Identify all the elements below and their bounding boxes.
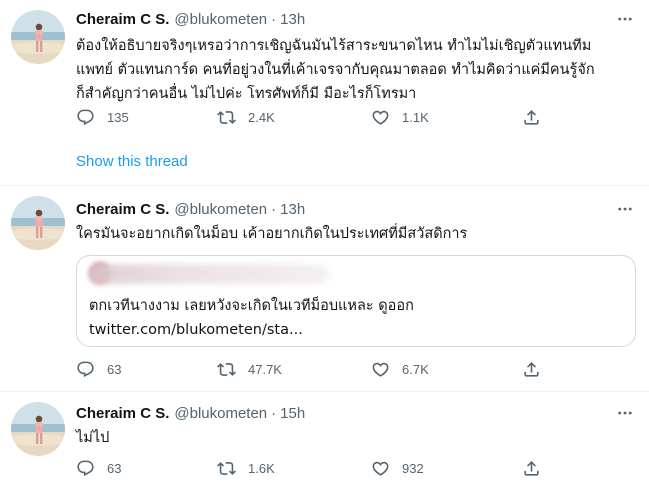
timestamp[interactable]: 13h <box>280 11 305 28</box>
tweet-3[interactable]: Cheraim C S. @blukometen · 15h ไม่ไป 63 … <box>0 391 649 491</box>
more-icon <box>616 10 634 28</box>
tweet-header: Cheraim C S. @blukometen · 13h <box>76 8 305 30</box>
retweet-icon <box>217 360 236 379</box>
user-handle[interactable]: @blukometen <box>174 201 267 218</box>
share-button[interactable] <box>522 106 541 128</box>
show-thread-link[interactable]: Show this thread <box>76 153 188 170</box>
like-count: 6.7K <box>402 361 429 377</box>
avatar-image <box>11 196 65 250</box>
reply-icon <box>76 108 95 127</box>
more-options-button[interactable] <box>615 9 635 29</box>
tweet-text: ต้องให้อธิบายจริงๆเหรอว่าการเชิญฉันมันไร… <box>76 34 636 106</box>
tweet-text: ใครมันจะอยากเกิดในม็อบ เค้าอยากเกิดในประ… <box>76 222 636 246</box>
tweet-text-line: ไม่ไป <box>76 430 110 446</box>
like-button[interactable]: 932 <box>371 457 424 479</box>
quoted-header-blurred <box>89 264 329 284</box>
tweet-header: Cheraim C S. @blukometen · 13h <box>76 198 305 220</box>
retweet-count: 47.7K <box>248 361 282 377</box>
quoted-text-line: ตกเวทีนางงาม เลยหวังจะเกิดในเวทีม็อบแหละ… <box>89 298 414 314</box>
avatar[interactable] <box>11 196 65 250</box>
tweet-text-line: ต้องให้อธิบายจริงๆเหรอว่าการเชิญฉันมันไร… <box>76 38 592 54</box>
user-handle[interactable]: @blukometen <box>174 405 267 422</box>
tweet-actions: 63 47.7K 6.7K <box>76 358 556 380</box>
tweet-text-line: ใครมันจะอยากเกิดในม็อบ เค้าอยากเกิดในประ… <box>76 226 468 242</box>
reply-button[interactable]: 135 <box>76 106 129 128</box>
reply-icon <box>76 459 95 478</box>
display-name[interactable]: Cheraim C S. <box>76 405 169 422</box>
like-count: 932 <box>402 460 424 476</box>
separator-dot: · <box>271 404 277 422</box>
tweet-text-line: แพทย์ ตัวแทนการ์ด คนที่อยู่วงในที่เค้าเจ… <box>76 62 595 78</box>
heart-icon <box>371 108 390 127</box>
reply-button[interactable]: 63 <box>76 457 121 479</box>
avatar-image <box>11 402 65 456</box>
heart-icon <box>371 360 390 379</box>
tweet-header: Cheraim C S. @blukometen · 15h <box>76 402 305 424</box>
reply-count: 135 <box>107 109 129 125</box>
heart-icon <box>371 459 390 478</box>
tweet-actions: 135 2.4K 1.1K <box>76 106 556 128</box>
quoted-tweet-text: ตกเวทีนางงาม เลยหวังจะเกิดในเวทีม็อบแหละ… <box>89 294 619 342</box>
avatar[interactable] <box>11 10 65 64</box>
reply-count: 63 <box>107 460 122 476</box>
retweet-button[interactable]: 1.6K <box>217 457 275 479</box>
like-count: 1.1K <box>402 109 429 125</box>
retweet-icon <box>217 108 236 127</box>
reply-count: 63 <box>107 361 122 377</box>
tweet-text: ไม่ไป <box>76 426 636 450</box>
avatar[interactable] <box>11 402 65 456</box>
tweet-text-line: ก็สำคัญกว่าคนอื่น ไม่ไปค่ะ โทรศัพท์ก็มี … <box>76 86 417 102</box>
more-icon <box>616 404 634 422</box>
share-icon <box>522 108 541 127</box>
more-options-button[interactable] <box>615 403 635 423</box>
quoted-tweet-card[interactable]: ตกเวทีนางงาม เลยหวังจะเกิดในเวทีม็อบแหละ… <box>76 255 636 347</box>
more-icon <box>616 200 634 218</box>
retweet-button[interactable]: 2.4K <box>217 106 275 128</box>
share-button[interactable] <box>522 358 541 380</box>
reply-button[interactable]: 63 <box>76 358 121 380</box>
separator-dot: · <box>271 10 277 28</box>
like-button[interactable]: 1.1K <box>371 106 429 128</box>
share-icon <box>522 360 541 379</box>
share-button[interactable] <box>522 457 541 479</box>
retweet-count: 2.4K <box>248 109 275 125</box>
timestamp[interactable]: 13h <box>280 201 305 218</box>
like-button[interactable]: 6.7K <box>371 358 429 380</box>
more-options-button[interactable] <box>615 199 635 219</box>
reply-icon <box>76 360 95 379</box>
retweet-icon <box>217 459 236 478</box>
avatar-image <box>11 10 65 64</box>
display-name[interactable]: Cheraim C S. <box>76 11 169 28</box>
quoted-link[interactable]: twitter.com/blukometen/sta... <box>89 318 619 342</box>
timestamp[interactable]: 15h <box>280 405 305 422</box>
display-name[interactable]: Cheraim C S. <box>76 201 169 218</box>
tweet-1[interactable]: Cheraim C S. @blukometen · 13h ต้องให้อธ… <box>0 0 649 185</box>
share-icon <box>522 459 541 478</box>
user-handle[interactable]: @blukometen <box>174 11 267 28</box>
tweet-actions: 63 1.6K 932 <box>76 457 556 479</box>
retweet-count: 1.6K <box>248 460 275 476</box>
separator-dot: · <box>271 200 277 218</box>
retweet-button[interactable]: 47.7K <box>217 358 282 380</box>
